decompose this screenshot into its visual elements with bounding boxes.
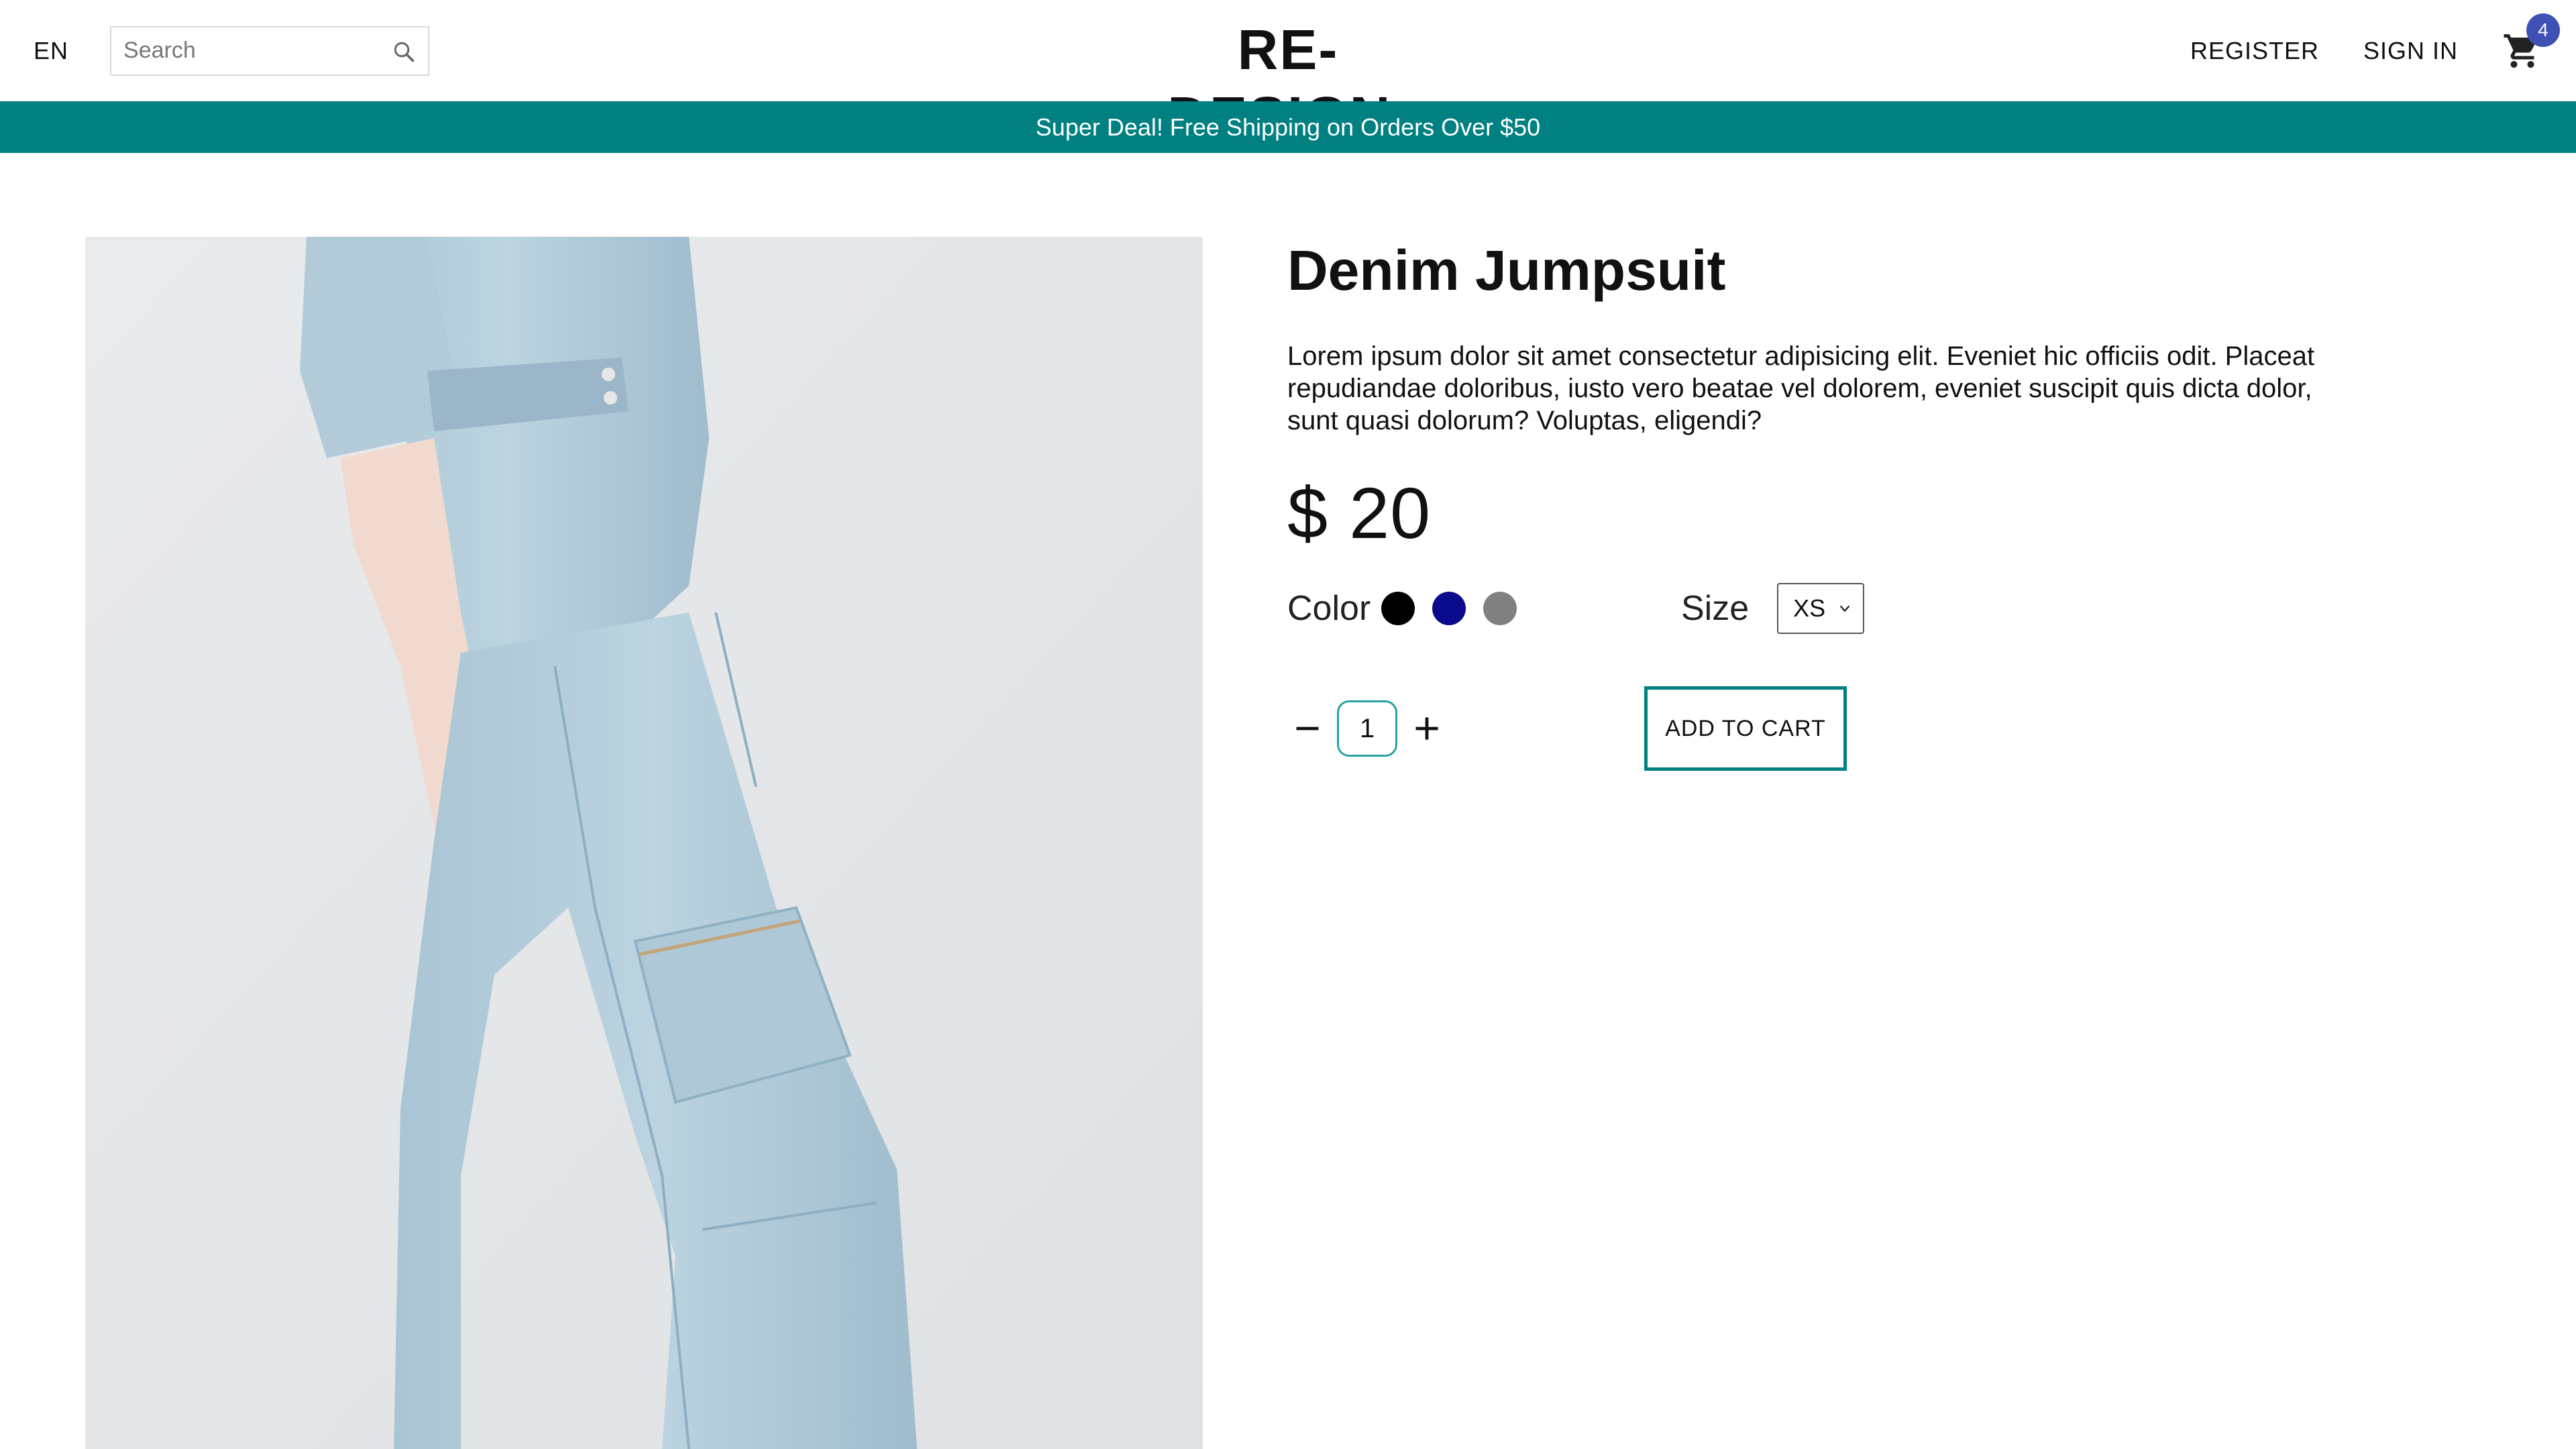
- top-navbar: EN RE-DESIGN. REGISTER SIGN IN 4: [0, 0, 2576, 148]
- product-price: $ 20: [1287, 472, 1432, 553]
- nav-right: REGISTER SIGN IN 4: [2190, 0, 2560, 101]
- color-swatch-gray[interactable]: [1483, 592, 1517, 625]
- chevron-down-icon: [1839, 605, 1850, 612]
- color-swatch-navy[interactable]: [1432, 592, 1466, 625]
- nav-left: EN: [34, 25, 430, 76]
- product-description: Lorem ipsum dolor sit amet consectetur a…: [1287, 341, 2315, 435]
- add-to-cart-button[interactable]: ADD TO CART: [1644, 686, 1847, 771]
- site-logo[interactable]: RE-DESIGN.: [1140, 16, 1436, 148]
- size-selected-value: XS: [1793, 594, 1826, 622]
- size-label: Size: [1681, 589, 1750, 628]
- increase-quantity-button[interactable]: [1407, 708, 1447, 749]
- promo-banner: Super Deal! Free Shipping on Orders Over…: [0, 101, 2576, 153]
- cart-button[interactable]: 4: [2502, 13, 2560, 71]
- search-box: [110, 25, 430, 76]
- search-icon[interactable]: [392, 40, 416, 64]
- color-selector: Color: [1287, 582, 1534, 635]
- register-link[interactable]: REGISTER: [2190, 37, 2319, 65]
- product-image: [85, 237, 1203, 1449]
- color-label: Color: [1287, 589, 1371, 628]
- quantity-row: 1 ADD TO CART: [1287, 686, 2387, 771]
- quantity-value[interactable]: 1: [1337, 700, 1397, 757]
- search-input[interactable]: [111, 27, 429, 74]
- quantity-stepper: 1: [1287, 700, 1447, 757]
- promo-text: Super Deal! Free Shipping on Orders Over…: [1035, 113, 1541, 141]
- minus-icon: [1296, 727, 1319, 731]
- color-swatch-black[interactable]: [1381, 592, 1415, 625]
- product-details: Denim Jumpsuit Lorem ipsum dolor sit ame…: [1287, 237, 2387, 771]
- sign-in-link[interactable]: SIGN IN: [2363, 37, 2458, 65]
- product-photo: [85, 237, 1203, 1449]
- plus-icon: [1415, 717, 1438, 740]
- product-title: Denim Jumpsuit: [1287, 239, 1726, 302]
- options-row: Color Size XS: [1287, 582, 2387, 635]
- language-selector[interactable]: EN: [34, 37, 68, 65]
- size-dropdown[interactable]: XS: [1777, 583, 1865, 634]
- size-selector: Size XS: [1681, 582, 1865, 635]
- cart-count-badge: 4: [2526, 13, 2560, 47]
- decrease-quantity-button[interactable]: [1287, 708, 1328, 749]
